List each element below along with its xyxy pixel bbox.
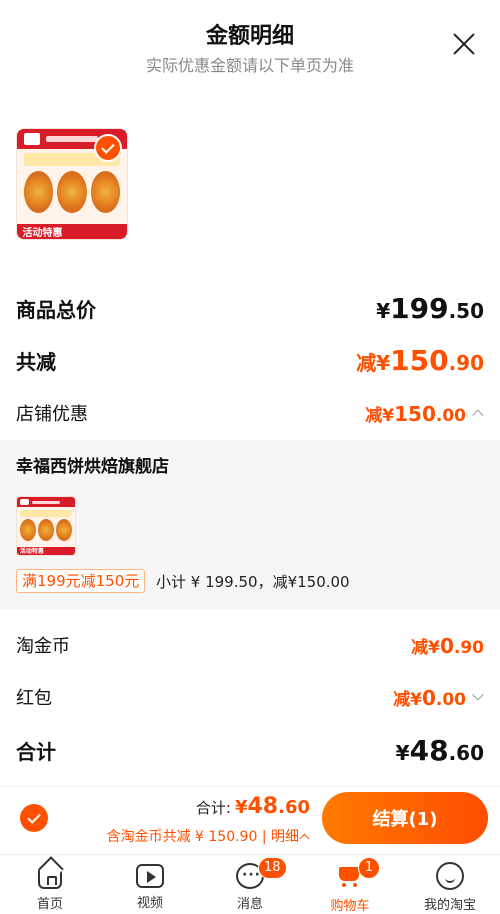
- chevron-up-icon[interactable]: [472, 409, 484, 421]
- tab-cart[interactable]: 1 购物车: [300, 855, 400, 914]
- reduce-prefix: 减¥: [393, 689, 422, 710]
- profile-icon: [436, 862, 464, 890]
- tab-label: 视频: [136, 896, 163, 911]
- total-row: 合计 ¥48.60: [16, 734, 484, 767]
- currency-symbol: ¥: [234, 797, 248, 818]
- price-decimal: .00: [435, 689, 466, 710]
- discount-detail-text: 含淘金币共减 ¥ 150.90 | 明细: [106, 829, 299, 845]
- total-reduce-row: 共减 减¥150.90: [16, 344, 484, 377]
- price-integer: 0: [421, 685, 436, 710]
- page-title: 金额明细: [205, 24, 294, 49]
- shop-discount-value: 减¥150.00: [365, 401, 466, 426]
- tab-label: 我的淘宝: [423, 898, 476, 913]
- chevron-down-icon[interactable]: [472, 689, 484, 701]
- shop-discount-row[interactable]: 店铺优惠 减¥150.00: [16, 400, 484, 426]
- price-decimal: .50: [448, 299, 484, 323]
- total-reduce-label: 共减: [16, 350, 56, 374]
- total-value: ¥48.60: [396, 734, 484, 767]
- price-integer: 48: [247, 794, 279, 819]
- shop-product-image[interactable]: 活动特惠: [16, 496, 76, 556]
- promo-tag: 满199元减150元: [16, 569, 146, 593]
- price-integer: 150: [390, 344, 449, 377]
- total-reduce-value: 减¥150.90: [356, 344, 484, 377]
- tab-label: 购物车: [330, 899, 370, 914]
- shop-discount-label: 店铺优惠: [16, 404, 88, 425]
- tab-label: 消息: [236, 897, 263, 912]
- shop-subtotal: 小计 ¥ 199.50，减¥150.00: [156, 573, 350, 591]
- price-decimal: .60: [448, 741, 484, 765]
- shop-name[interactable]: 幸福西饼烘焙旗舰店: [16, 452, 169, 477]
- page-subtitle: 实际优惠金额请以下单页为准: [145, 56, 354, 75]
- currency-symbol: ¥: [376, 299, 391, 323]
- cart-count-badge: 1: [358, 857, 380, 879]
- currency-symbol: ¥: [395, 741, 410, 765]
- goods-total-label: 商品总价: [16, 298, 96, 322]
- bottom-total-value: ¥48.60: [235, 794, 310, 819]
- product-selected-check-icon[interactable]: [94, 134, 122, 162]
- coins-row: 淘金币 减¥0.90: [16, 632, 484, 658]
- video-icon: [136, 864, 164, 888]
- price-integer: 48: [409, 734, 449, 767]
- tab-messages[interactable]: 18 消息: [200, 855, 300, 914]
- message-count-badge: 18: [258, 857, 287, 879]
- shop-product-badge-text: 活动特惠: [19, 548, 44, 556]
- reduce-prefix: 减¥: [365, 405, 395, 426]
- reduce-prefix: 减¥: [356, 351, 391, 375]
- detail-header: 金额明细 实际优惠金额请以下单页为准: [0, 0, 500, 100]
- price-decimal: .60: [278, 797, 310, 818]
- product-badge-text: 活动特惠: [22, 227, 63, 239]
- tab-label: 首页: [36, 897, 63, 912]
- tab-video[interactable]: 视频: [100, 855, 200, 914]
- coins-label: 淘金币: [16, 636, 70, 657]
- price-integer: 150: [394, 401, 436, 426]
- red-packet-label: 红包: [16, 688, 52, 709]
- bottom-tab-bar: 首页 视频 18 消息 1 购物车 我的淘宝: [0, 854, 500, 914]
- coins-value: 减¥0.90: [411, 633, 484, 658]
- price-integer: 199: [390, 292, 449, 325]
- price-decimal: .90: [453, 637, 484, 658]
- select-all-check-icon[interactable]: [20, 804, 48, 832]
- price-integer: 0: [439, 633, 454, 658]
- total-label: 合计: [16, 740, 56, 764]
- home-icon: [38, 867, 62, 889]
- tab-my-taobao[interactable]: 我的淘宝: [400, 855, 500, 914]
- red-packet-value: 减¥0.00: [393, 685, 466, 710]
- goods-total-row: 商品总价 ¥199.50: [16, 292, 484, 325]
- tab-home[interactable]: 首页: [0, 855, 100, 914]
- reduce-prefix: 减¥: [411, 637, 440, 658]
- price-decimal: .00: [435, 405, 466, 426]
- close-icon[interactable]: [450, 30, 478, 58]
- discount-detail-toggle[interactable]: 含淘金币共减 ¥ 150.90 | 明细: [107, 826, 310, 846]
- red-packet-row[interactable]: 红包 减¥0.00: [16, 684, 484, 710]
- price-decimal: .90: [448, 351, 484, 375]
- chevron-up-icon: [299, 833, 310, 844]
- goods-total-value: ¥199.50: [376, 292, 484, 325]
- bottom-total: 合计: ¥48.60: [196, 794, 310, 819]
- checkout-button[interactable]: 结算(1): [322, 792, 488, 844]
- bottom-total-label: 合计:: [195, 799, 231, 817]
